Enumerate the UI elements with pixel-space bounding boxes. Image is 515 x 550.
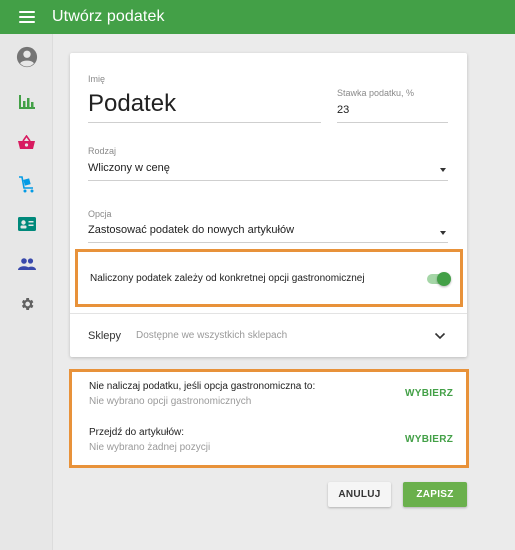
account-circle-icon (16, 46, 37, 68)
cart-icon (19, 175, 34, 192)
cancel-button[interactable]: ANULUJ (328, 482, 391, 507)
basket-icon (18, 134, 35, 149)
page-title: Utwórz podatek (52, 8, 165, 25)
chevron-down-icon[interactable] (434, 331, 446, 341)
items-title: Przejdź do artykułów: (89, 427, 185, 438)
type-select[interactable]: Wliczony w cenę (88, 162, 170, 174)
select-items-button[interactable]: WYBIERZ (405, 434, 453, 445)
option-dropdown-icon[interactable] (440, 231, 446, 235)
sidebar-item-items[interactable] (0, 122, 53, 162)
name-underline (88, 122, 321, 123)
people-icon (17, 258, 36, 270)
sidebar (0, 34, 53, 550)
menu-icon[interactable] (19, 11, 35, 23)
tax-form-card: Imię Podatek Stawka podatku, % 23 Rodzaj… (70, 53, 467, 357)
sidebar-item-employees[interactable] (0, 204, 53, 244)
dining-options-subtitle: Nie wybrano opcji gastronomicznych (89, 396, 252, 407)
option-underline (88, 242, 448, 243)
items-subtitle: Nie wybrano żadnej pozycji (89, 442, 211, 453)
dining-option-switch[interactable] (427, 272, 452, 286)
select-dining-options-button[interactable]: WYBIERZ (405, 388, 453, 399)
option-select[interactable]: Zastosować podatek do nowych artykułów (88, 224, 294, 236)
bar-chart-icon (18, 95, 35, 109)
tax-exemption-options: Nie naliczaj podatku, jeśli opcja gastro… (69, 369, 469, 468)
employee-card-icon (17, 217, 36, 231)
toggle-label: Naliczony podatek zależy od konkretnej o… (90, 273, 365, 284)
app-bar: Utwórz podatek (0, 0, 515, 34)
save-button[interactable]: ZAPISZ (403, 482, 467, 507)
dining-option-toggle-row: Naliczony podatek zależy od konkretnej o… (75, 249, 463, 307)
sidebar-item-inventory[interactable] (0, 164, 53, 204)
stores-value[interactable]: Dostępne we wszystkich sklepach (136, 330, 287, 341)
rate-label: Stawka podatku, % (337, 88, 415, 98)
type-dropdown-icon[interactable] (440, 168, 446, 172)
stores-label: Sklepy (88, 330, 122, 342)
sidebar-item-account[interactable] (0, 37, 53, 77)
name-label: Imię (88, 74, 106, 84)
stores-divider (70, 313, 467, 314)
dining-options-title: Nie naliczaj podatku, jeśli opcja gastro… (89, 381, 316, 392)
switch-thumb (437, 272, 451, 286)
rate-underline (337, 122, 448, 123)
sidebar-item-reports[interactable] (0, 82, 53, 122)
gear-icon (21, 298, 33, 310)
option-label: Opcja (88, 209, 112, 219)
type-underline (88, 180, 448, 181)
type-label: Rodzaj (88, 146, 117, 156)
sidebar-item-settings[interactable] (0, 284, 53, 324)
rate-field[interactable]: 23 (337, 104, 349, 116)
name-field[interactable]: Podatek (88, 90, 176, 118)
sidebar-item-customers[interactable] (0, 244, 53, 284)
